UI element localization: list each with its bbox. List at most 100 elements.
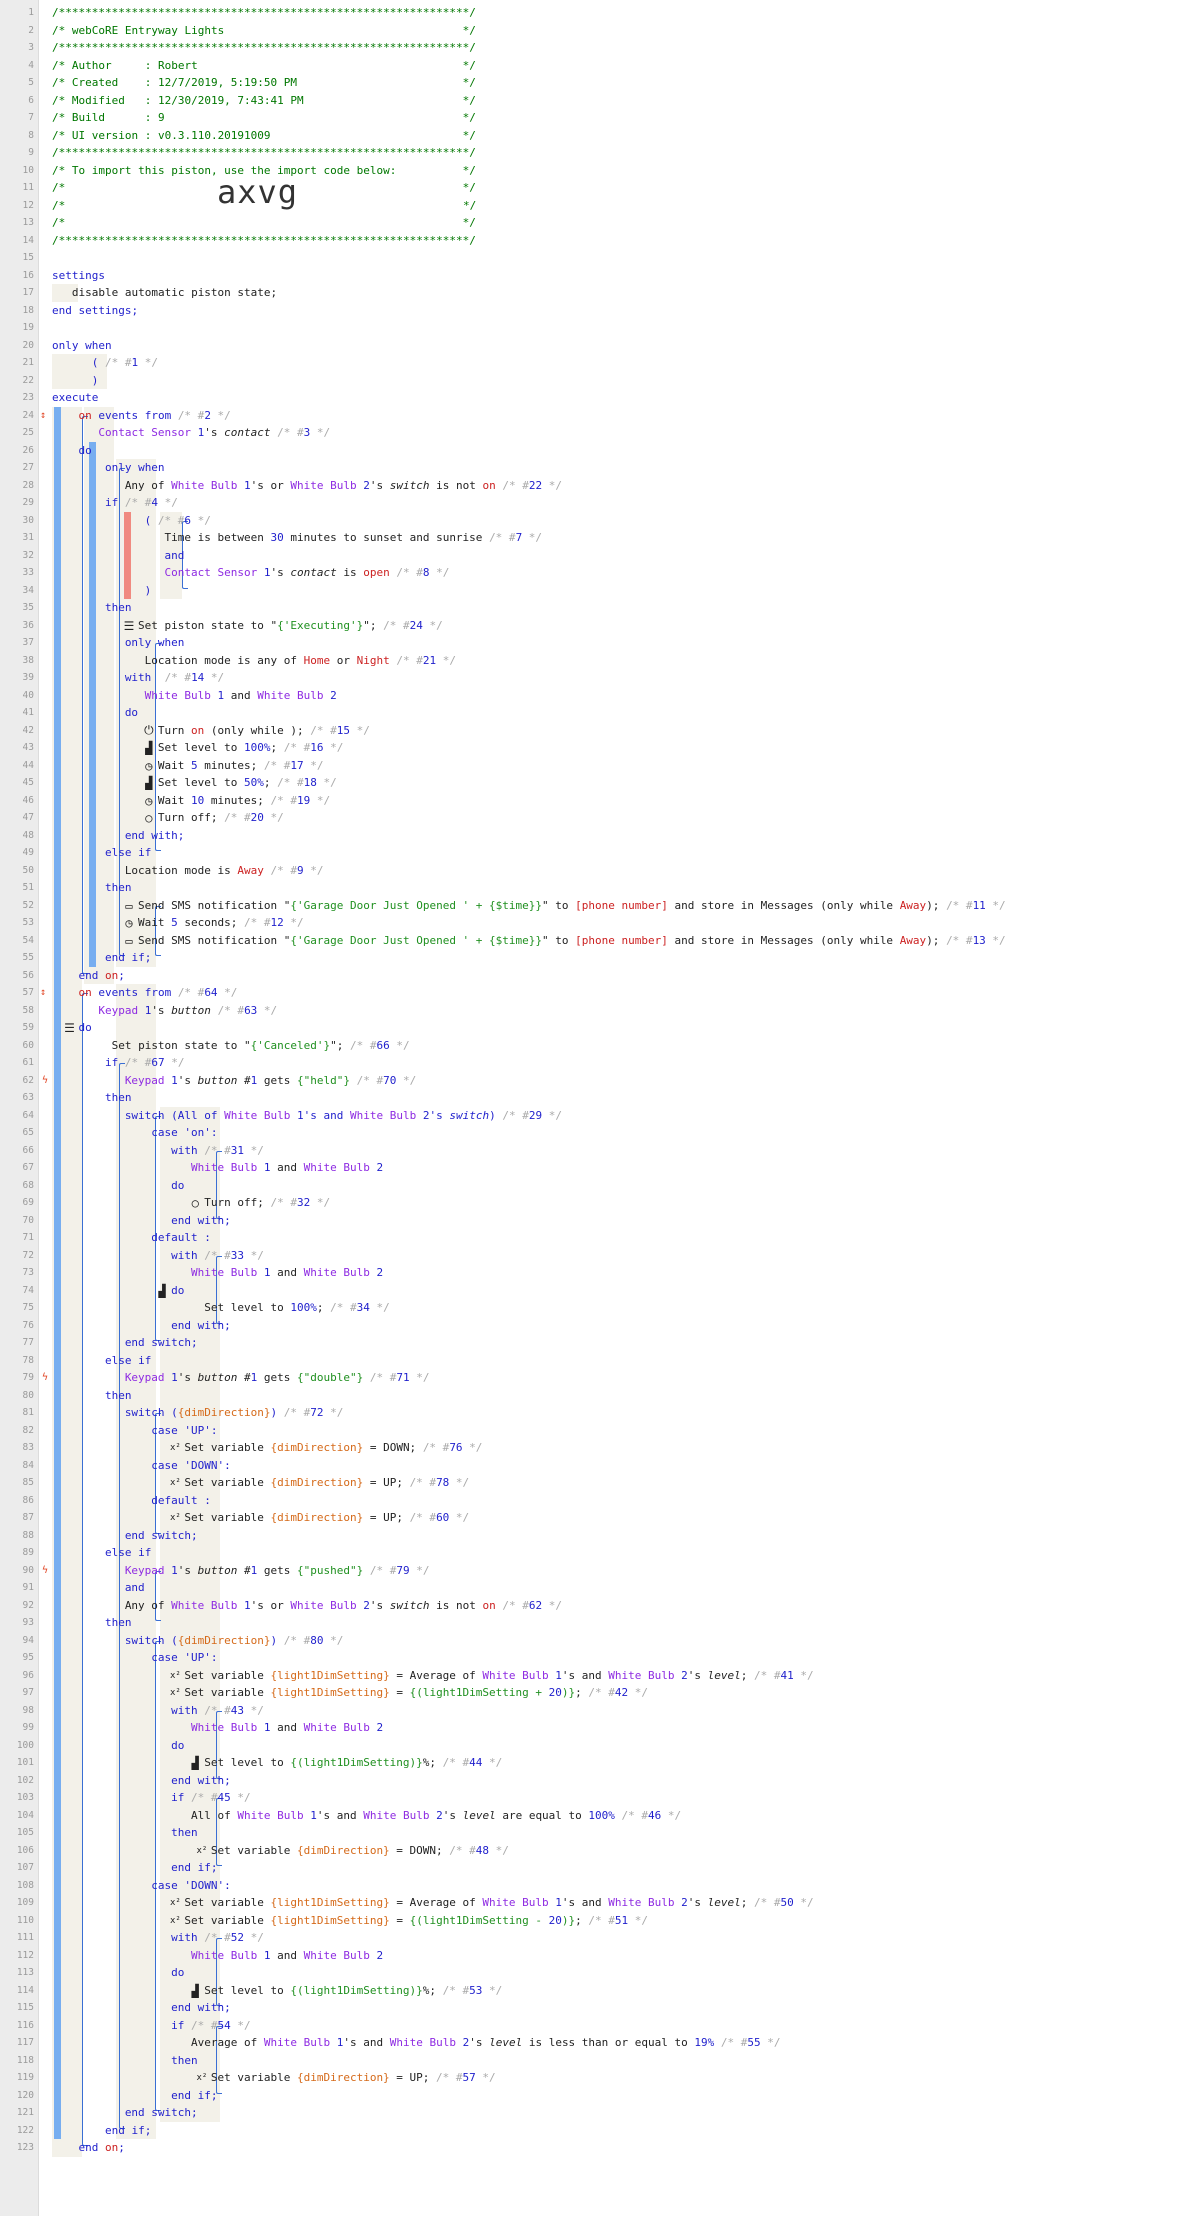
line-number: 121 — [16, 2107, 34, 2118]
line-number: 46 — [22, 794, 34, 806]
line-number: 85 — [22, 1477, 34, 1488]
line-number: 29 — [22, 497, 34, 508]
line-number: 117 — [16, 2037, 34, 2048]
code-text: Set level to {(light1DimSetting)}%; /* #… — [204, 1756, 503, 1769]
code-line: 52 Send SMS notification "{'Garage Door J… — [0, 897, 1178, 915]
line-number: 98 — [22, 1704, 34, 1716]
code-text: /* */ — [52, 216, 476, 229]
code-line: 91 and — [0, 1579, 1178, 1597]
code-text: Wait 10 minutes; /* #19 */ — [157, 793, 331, 807]
line-number: 78 — [22, 1354, 34, 1366]
code-line: 4 /* Author : Robert */ — [0, 57, 1178, 75]
power-icon: ⏻ — [144, 723, 154, 737]
code-text: /* UI version : v0.3.110.20191009 */ — [52, 128, 476, 142]
code-text: Send SMS notification "{'Garage Door Jus… — [138, 933, 1006, 947]
code-line: 53 Wait 5 seconds; /* #12 */ ◷ — [0, 914, 1178, 932]
line-number: 28 — [22, 479, 34, 491]
code-line: 71 default : — [0, 1229, 1178, 1247]
line-number: 83 — [22, 1442, 34, 1453]
code-text: end with; — [171, 2001, 231, 2014]
code-text: switch ({dimDirection}) /* #80 */ — [124, 1633, 344, 1647]
code-line: 32 and — [0, 547, 1178, 565]
code-text: /* Author : Robert */ — [52, 58, 476, 72]
line-number: 109 — [16, 1897, 34, 1908]
code-line: 22) — [0, 372, 1178, 390]
line-number: 56 — [22, 969, 34, 981]
code-line: 61 if /* #67 */ — [0, 1054, 1178, 1072]
line-number: 105 — [16, 1827, 34, 1838]
line-number: 103 — [16, 1792, 34, 1803]
code-line: 37 only when — [0, 634, 1178, 652]
code-line: 7 /* Build : 9 */ — [0, 109, 1178, 127]
code-line: 115 end with; — [0, 1999, 1178, 2017]
clock-icon: ◷ — [145, 758, 153, 773]
line-number: 13 — [22, 217, 34, 228]
code-text: Wait 5 minutes; /* #17 */ — [157, 758, 324, 772]
code-line: 29 if /* #4 */ — [0, 494, 1178, 512]
code-line: 67 White Bulb 1 and White Bulb 2 — [0, 1159, 1178, 1177]
code-text: Set variable {dimDirection} = DOWN; /* #… — [184, 1441, 483, 1454]
line-number: 38 — [22, 654, 34, 666]
line-number: 8 — [28, 129, 34, 141]
import-code[interactable]: axvg — [217, 176, 298, 207]
line-number: 106 — [16, 1844, 34, 1856]
line-number: 18 — [22, 304, 34, 316]
code-text: end if; — [171, 2088, 218, 2102]
code-text: switch ({dimDirection}) /* #72 */ — [124, 1406, 344, 1419]
code-text: Send SMS notification "{'Garage Door Jus… — [138, 898, 1006, 912]
code-line: 113 do — [0, 1964, 1178, 1982]
code-text: White Bulb 1 and White Bulb 2 — [191, 1948, 384, 1962]
code-line: 64 switch (All of White Bulb 1's and Whit… — [0, 1107, 1178, 1125]
code-line: 109 Set variable {light1DimSetting} = Ave… — [0, 1894, 1178, 1912]
code-text: with /* #14 */ — [124, 671, 225, 684]
code-line: 24 on events from /* #2 */ — [0, 407, 1178, 425]
code-line: 17 disable automatic piston state; — [0, 284, 1178, 302]
line-number: 77 — [22, 1337, 34, 1348]
line-number: 12 — [22, 199, 34, 211]
code-line: 12 /* axvg */ — [0, 176, 1178, 215]
code-text: Wait 5 seconds; /* #12 */ — [138, 916, 304, 929]
code-text: White Bulb 1 and White Bulb 2 — [191, 1161, 384, 1174]
line-number: 32 — [22, 549, 34, 561]
code-line: 2 /* webCoRE Entryway Lights */ — [0, 22, 1178, 40]
code-line: 72 with /* #33 */ — [0, 1247, 1178, 1265]
code-line: 48 end with; — [0, 827, 1178, 845]
code-line: 31 Time is between 30 minutes to sunset a… — [0, 529, 1178, 547]
code-line: 123 end on; — [0, 2139, 1178, 2157]
line-number: 54 — [22, 934, 34, 946]
code-line: 98 with /* #43 */ — [0, 1702, 1178, 1720]
code-text: and — [164, 548, 185, 562]
line-number: 14 — [22, 234, 34, 246]
line-number: 89 — [22, 1547, 34, 1558]
line-number: 20 — [22, 339, 34, 351]
code-text: Contact Sensor 1's contact is open /* #8… — [164, 566, 450, 579]
line-number: 42 — [22, 724, 34, 736]
line-number: 86 — [22, 1494, 34, 1506]
line-number: 11 — [22, 182, 34, 193]
code-text: Set variable {dimDirection} = DOWN; /* #… — [210, 1843, 509, 1857]
code-line: 79 Keypad 1's button #1 gets {"double"} /… — [0, 1369, 1178, 1387]
code-line: 54 Send SMS notification "{'Garage Door J… — [0, 932, 1178, 950]
code-text: then — [104, 881, 132, 894]
code-text: on events from /* #2 */ — [78, 408, 231, 422]
code-text: do — [78, 443, 92, 457]
code-line: 117 Average of White Bulb 1's and White B… — [0, 2034, 1178, 2052]
line-number: 35 — [22, 602, 34, 613]
code-line: 11/* */ — [0, 179, 1178, 197]
code-line: 43 Set level to 100%; /* #16 */ ▟ — [0, 739, 1178, 757]
line-number: 112 — [16, 1949, 34, 1961]
code-line: 13 /* */ — [0, 214, 1178, 232]
line-number: 1 — [28, 7, 34, 18]
line-number: 87 — [22, 1512, 34, 1523]
code-text: Set variable {light1DimSetting} = {(ligh… — [184, 1913, 649, 1927]
code-text: Turn on (only while ); /* #15 */ — [157, 723, 370, 737]
code-text: Set variable {dimDirection} = UP; /* #57… — [210, 2071, 496, 2084]
code-text: do — [171, 1283, 185, 1297]
line-number: 101 — [16, 1757, 34, 1768]
code-line: 9 /**************************************… — [0, 144, 1178, 162]
line-number: 118 — [16, 2054, 34, 2066]
code-text: Set variable {light1DimSetting} = Averag… — [184, 1896, 814, 1909]
line-number: 113 — [16, 1967, 34, 1978]
code-line: 104 All of White Bulb 1's and White Bulb … — [0, 1807, 1178, 1825]
code-text: then — [171, 2053, 198, 2067]
